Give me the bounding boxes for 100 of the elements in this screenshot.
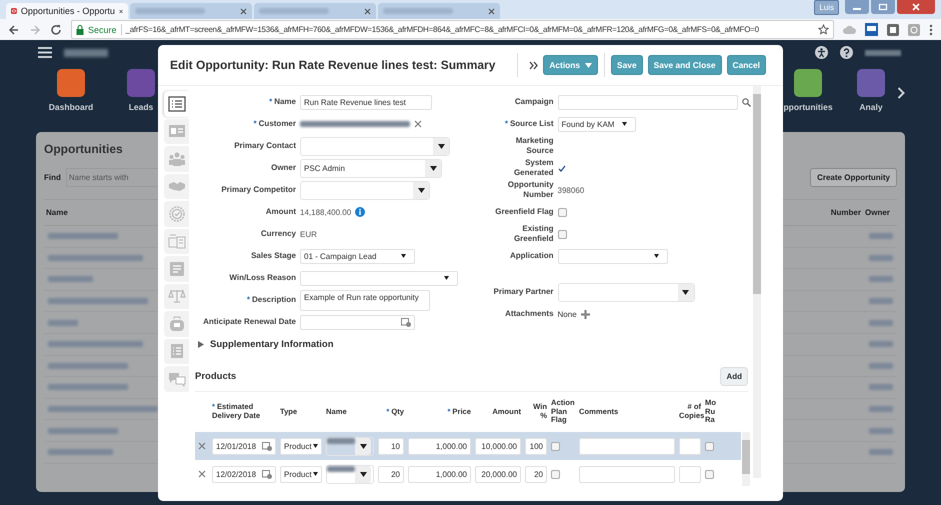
reload-icon[interactable]: [50, 24, 62, 36]
close-icon[interactable]: [240, 8, 247, 14]
field-label: * Name: [268, 97, 296, 107]
combo-field[interactable]: [558, 282, 695, 302]
address-field[interactable]: Secure _afrFS=16&_afrMT=screen&_afrMFW=1536&_afrMFH=760&_afrMFDW=1536&_afrMFDH=864&_afrMFC=8&_afrMFCI=0&_afrMFM=0&_afrMFR=120&_afrMFG=0&_afrMFS=0&_afrMFO=0: [71, 20, 834, 39]
combo-field[interactable]: PSC Admin: [300, 158, 442, 178]
quantity-field[interactable]: 10: [378, 438, 404, 454]
combo-field[interactable]: [300, 180, 430, 200]
browser-tab[interactable]: Opportunities - Opportu: [6, 3, 128, 19]
table-row[interactable]: 12/02/2018 Product 20 1,000.00 20,000.00 20: [195, 460, 741, 488]
dialog-title: Edit Opportunity: Run Rate Revenue lines test: Summary: [170, 58, 496, 72]
add-button[interactable]: Add: [720, 367, 748, 386]
chevron-right-icon[interactable]: [897, 86, 905, 98]
maximize-button[interactable]: [871, 0, 895, 14]
star-icon[interactable]: [818, 24, 829, 35]
checkbox[interactable]: [551, 442, 560, 450]
description-field[interactable]: Example of Run rate opportunity: [300, 290, 430, 310]
help-icon[interactable]: [840, 46, 853, 59]
scrollbar[interactable]: [742, 432, 750, 486]
scrollbar[interactable]: [753, 86, 761, 478]
field-label: * Source List: [504, 119, 554, 129]
calendar-icon[interactable]: [401, 317, 411, 327]
search-field[interactable]: [558, 94, 738, 110]
plus-icon[interactable]: [580, 310, 590, 318]
info-icon[interactable]: [355, 207, 366, 217]
row-owner-placeholder: [869, 233, 893, 240]
amount-field[interactable]: 20,000.00: [475, 466, 521, 482]
close-icon[interactable]: [364, 8, 371, 14]
double-chevron-icon[interactable]: [529, 60, 538, 70]
combo-field[interactable]: [300, 136, 450, 156]
field-value: 14,188,400.00: [300, 208, 352, 216]
copies-field[interactable]: [679, 438, 701, 454]
field-label: Marketing Source: [514, 136, 554, 156]
price-field[interactable]: 1,000.00: [408, 438, 471, 454]
amount-field[interactable]: 10,000.00: [475, 438, 521, 454]
date-field[interactable]: 12/02/2018: [212, 466, 276, 482]
chat-icon: [168, 370, 186, 387]
table-row[interactable]: 12/01/2018 Product 10 1,000.00 10,000.00 100: [195, 432, 741, 460]
people-icon: [168, 150, 186, 167]
date-field[interactable]: 12/01/2018: [212, 438, 276, 454]
close-icon[interactable]: [118, 8, 123, 14]
nav-item[interactable]: Analy: [845, 69, 897, 112]
calendar-icon[interactable]: [262, 469, 272, 479]
back-icon[interactable]: [8, 24, 20, 36]
select-field[interactable]: [300, 270, 458, 286]
nav-item[interactable]: Dashboard: [36, 69, 106, 112]
menu-icon[interactable]: [38, 47, 52, 58]
checkbox[interactable]: [551, 470, 560, 478]
delete-icon[interactable]: [198, 442, 206, 450]
user-menu[interactable]: [865, 50, 901, 56]
row-owner-placeholder: [869, 384, 893, 390]
select-field[interactable]: 01 - Campaign Lead: [300, 248, 415, 264]
checkbox[interactable]: [558, 230, 567, 238]
close-icon[interactable]: [488, 8, 495, 14]
dropdown-icon[interactable]: [360, 444, 366, 448]
dropdown-icon[interactable]: [438, 144, 444, 148]
triangle-right-icon: [198, 341, 204, 348]
dropdown-icon[interactable]: [418, 188, 424, 192]
dropdown-icon[interactable]: [682, 290, 690, 294]
copies-field[interactable]: [679, 466, 701, 482]
cloud-icon[interactable]: [843, 24, 856, 36]
calendar-icon[interactable]: [262, 441, 272, 451]
type-select[interactable]: Product: [280, 466, 322, 482]
attachments-value: None: [558, 310, 577, 318]
dropdown-icon[interactable]: [430, 166, 436, 170]
create-opportunity-button[interactable]: Create Opportunity: [810, 168, 897, 187]
win-percent-field[interactable]: 100: [525, 438, 547, 454]
price-field[interactable]: 1,000.00: [408, 466, 471, 482]
section-toggle[interactable]: Supplementary Information: [198, 339, 334, 350]
section-tab[interactable]: [164, 91, 189, 116]
nav-item[interactable]: Leads: [106, 69, 176, 112]
checkbox[interactable]: [705, 442, 714, 450]
product-name-field[interactable]: [326, 464, 374, 484]
caret-icon: [585, 62, 592, 68]
date-field[interactable]: [300, 314, 415, 330]
win-percent-field[interactable]: 20: [525, 466, 547, 482]
extension-icon[interactable]: [865, 23, 878, 36]
select-field[interactable]: [558, 248, 668, 264]
quantity-field[interactable]: 20: [378, 466, 404, 482]
delete-icon[interactable]: [198, 470, 206, 478]
product-name-field[interactable]: [326, 436, 374, 456]
menu-icon[interactable]: [929, 24, 933, 36]
select-field[interactable]: Found by KAM: [558, 116, 636, 132]
text-field[interactable]: Run Rate Revenue lines test: [300, 94, 432, 110]
comments-field[interactable]: [579, 438, 675, 454]
accessibility-icon[interactable]: [815, 46, 828, 59]
lock-icon: [76, 24, 84, 34]
checkbox[interactable]: [558, 208, 567, 216]
forward-icon[interactable]: [29, 24, 41, 36]
extension-icon[interactable]: [887, 24, 899, 36]
dropdown-icon[interactable]: [360, 472, 366, 476]
close-button[interactable]: [897, 0, 935, 14]
minimize-button[interactable]: [845, 0, 869, 14]
search-icon[interactable]: [742, 98, 751, 106]
checkbox[interactable]: [705, 470, 714, 478]
comments-field[interactable]: [579, 466, 675, 482]
nav-item[interactable]: pportunities: [771, 69, 845, 112]
clear-icon[interactable]: [414, 120, 422, 128]
row-name-placeholder: [48, 276, 93, 282]
type-select[interactable]: Product: [280, 438, 322, 454]
